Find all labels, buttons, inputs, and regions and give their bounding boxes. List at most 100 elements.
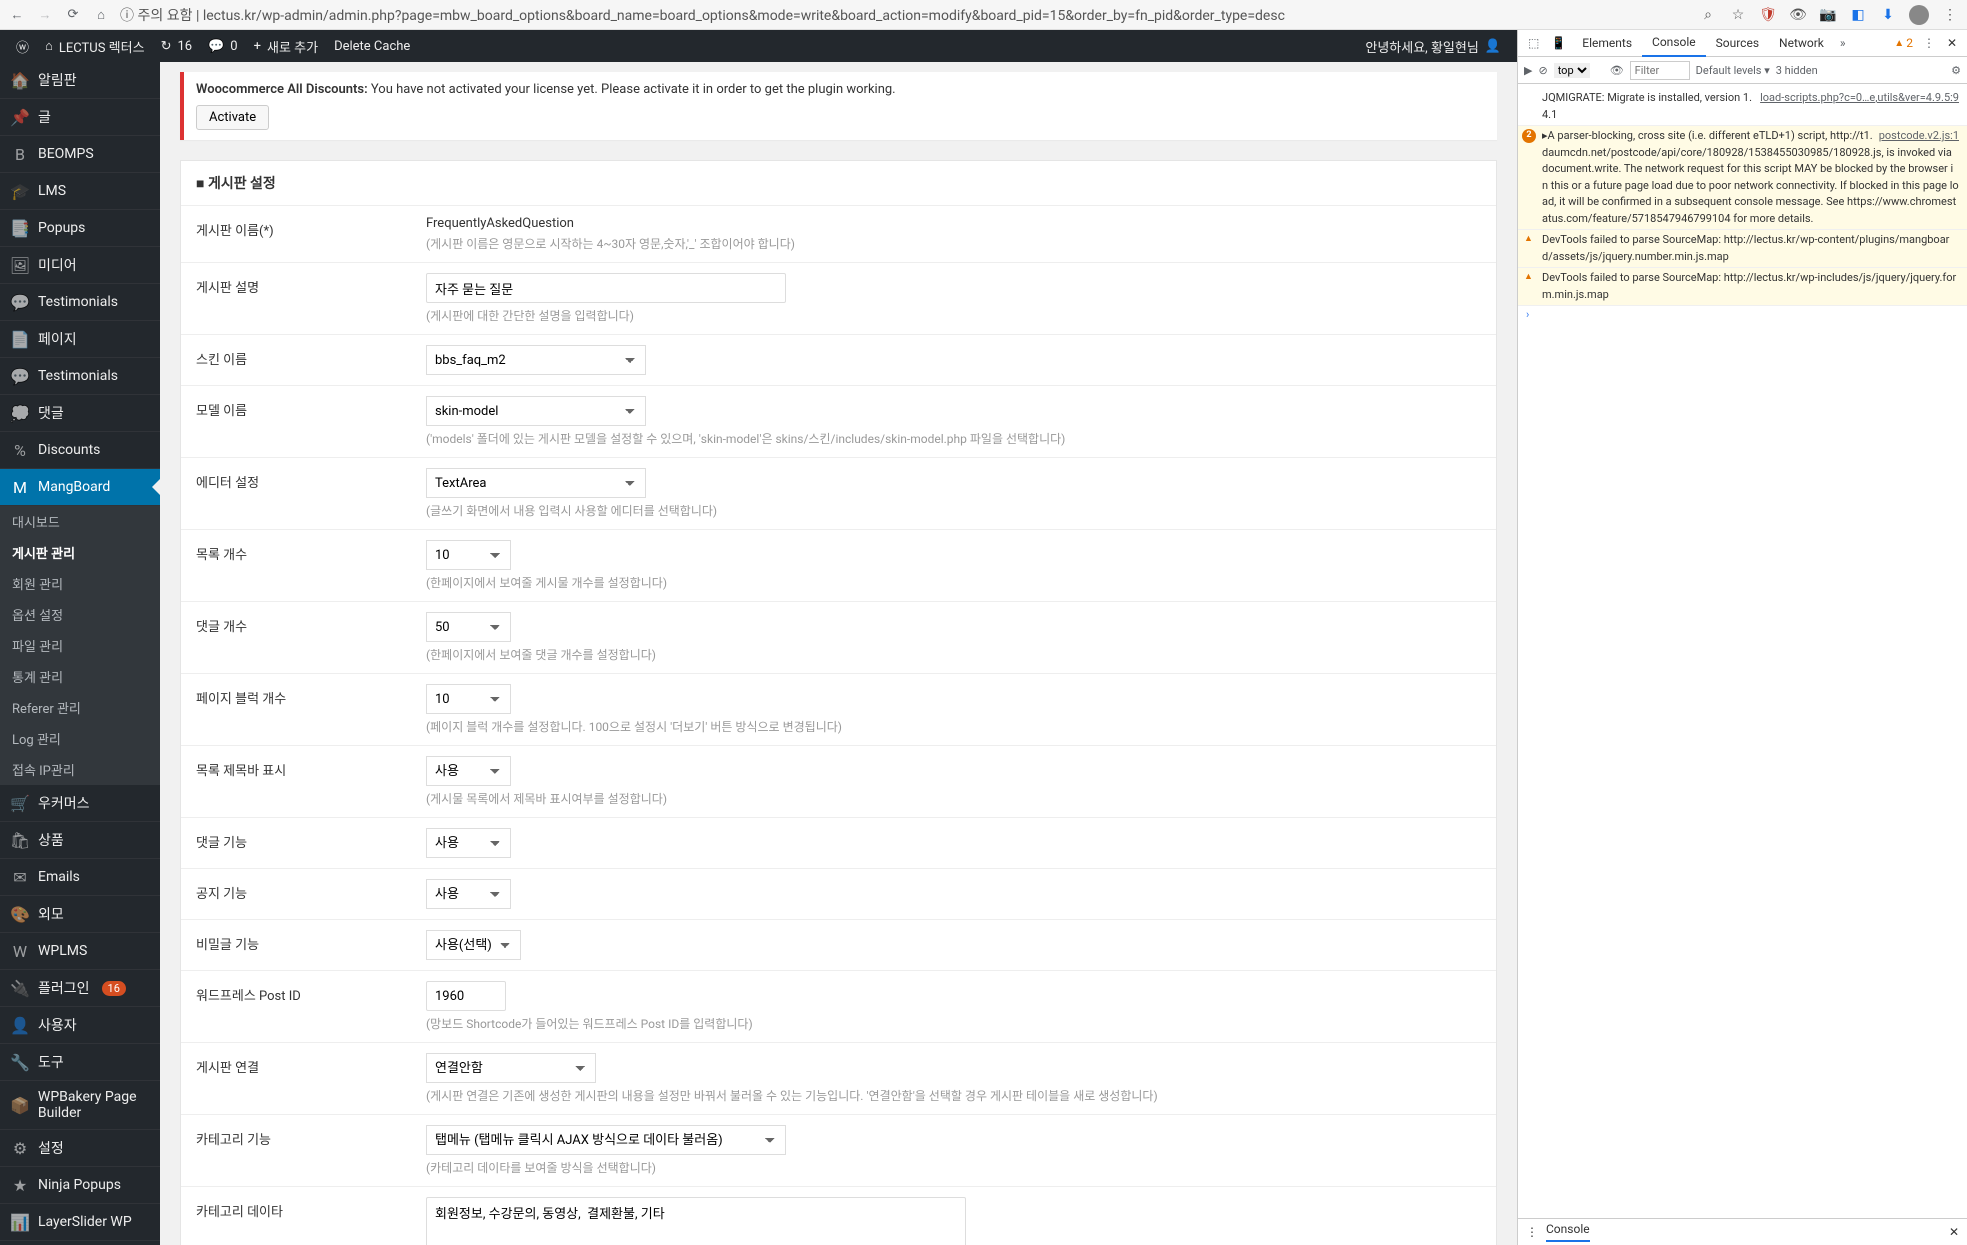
submenu-item-0[interactable]: 대시보드 <box>0 506 160 537</box>
filter-input[interactable] <box>1630 61 1690 80</box>
board-desc-input[interactable] <box>426 273 786 303</box>
tab-sources[interactable]: Sources <box>1706 30 1769 56</box>
skin-select[interactable]: bbs_faq_m2 <box>426 345 646 375</box>
back-button[interactable]: ← <box>8 6 26 24</box>
tab-console[interactable]: Console <box>1642 29 1706 57</box>
sidebar-item-21[interactable]: ⚙설정 <box>0 1130 160 1167</box>
site-name[interactable]: ⌂ LECTUS 렉터스 <box>37 37 153 56</box>
avatar-icon[interactable] <box>1909 5 1929 25</box>
star-icon[interactable]: ☆ <box>1729 6 1747 24</box>
sidebar-item-11[interactable]: MMangBoard <box>0 469 160 506</box>
sidebar-item-15[interactable]: 🎨외모 <box>0 896 160 933</box>
submenu-item-5[interactable]: 통계 관리 <box>0 661 160 692</box>
sidebar-item-13[interactable]: 🛍상품 <box>0 822 160 859</box>
sidebar-item-5[interactable]: 🖼미디어 <box>0 247 160 284</box>
sidebar-item-18[interactable]: 👤사용자 <box>0 1007 160 1044</box>
comments-count[interactable]: 💬 0 <box>200 39 246 54</box>
sidebar-item-2[interactable]: BBEOMPS <box>0 136 160 173</box>
editor-select[interactable]: TextArea <box>426 468 646 498</box>
new-content[interactable]: + 새로 추가 <box>246 37 326 56</box>
menu-icon[interactable]: ⋮ <box>1941 6 1959 24</box>
home-button[interactable]: ⌂ <box>92 6 110 24</box>
context-select[interactable]: top <box>1554 63 1590 78</box>
title-show-select[interactable]: 사용 <box>426 756 511 786</box>
sidebar-item-17[interactable]: 🔌플러그인16 <box>0 970 160 1007</box>
board-link-select[interactable]: 연결안함 <box>426 1053 596 1083</box>
label-board-desc: 게시판 설명 <box>181 263 411 334</box>
log-source[interactable]: postcode.v2.js:1 <box>1879 128 1959 145</box>
tab-network[interactable]: Network <box>1769 30 1834 56</box>
submenu-item-3[interactable]: 옵션 설정 <box>0 599 160 630</box>
model-select[interactable]: skin-model <box>426 396 646 426</box>
key-icon[interactable]: ⌕ <box>1699 6 1717 24</box>
wp-logo[interactable]: ⓦ <box>8 37 37 56</box>
forward-button[interactable]: → <box>36 6 54 24</box>
sidebar-item-4[interactable]: 📑Popups <box>0 210 160 247</box>
submenu-item-8[interactable]: 접속 IP관리 <box>0 754 160 785</box>
drawer-close-icon[interactable]: ✕ <box>1949 1225 1959 1239</box>
levels-select[interactable]: Default levels ▾ <box>1696 64 1770 77</box>
eye-icon[interactable]: 👁 <box>1789 6 1807 24</box>
shield-icon[interactable]: 🛡 <box>1759 6 1777 24</box>
devtools-close-icon[interactable]: ✕ <box>1941 36 1963 50</box>
sidebar-item-24[interactable]: 🔄Slider Revolution <box>0 1241 160 1245</box>
sidebar-item-0[interactable]: 🏠알림판 <box>0 62 160 99</box>
label-secret-func: 비밀글 기능 <box>181 920 411 970</box>
sidebar-item-7[interactable]: 📄페이지 <box>0 321 160 358</box>
delete-cache[interactable]: Delete Cache <box>326 39 418 54</box>
user-greeting[interactable]: 안녕하세요, 황일현님 👤 <box>1357 37 1509 56</box>
ext1-icon[interactable]: ◧ <box>1849 6 1867 24</box>
secret-func-select[interactable]: 사용(선택) <box>426 930 521 960</box>
activate-button[interactable]: Activate <box>196 105 269 130</box>
device-icon[interactable]: 📱 <box>1545 36 1572 50</box>
console-settings-icon[interactable]: ⚙ <box>1951 64 1961 77</box>
address-bar[interactable]: ⓘ 주의 요함 | lectus.kr/wp-admin/admin.php?p… <box>120 5 1689 25</box>
ext2-icon[interactable]: ⬇ <box>1879 6 1897 24</box>
reload-button[interactable]: ⟳ <box>64 6 82 24</box>
sidebar-item-3[interactable]: 🎓LMS <box>0 173 160 210</box>
camera-icon[interactable]: 📷 <box>1819 6 1837 24</box>
sidebar-item-1[interactable]: 📌글 <box>0 99 160 136</box>
submenu-item-7[interactable]: Log 관리 <box>0 723 160 754</box>
log-source[interactable]: load-scripts.php?c=0…e,utils&ver=4.9.5:9 <box>1760 90 1959 107</box>
inspect-icon[interactable]: ⬚ <box>1522 36 1545 50</box>
cat-func-select[interactable]: 탭메뉴 (탭메뉴 클릭시 AJAX 방식으로 데이타 불러옴) <box>426 1125 786 1155</box>
reply-func-select[interactable]: 사용 <box>426 828 511 858</box>
clear-console-icon[interactable]: ⊘ <box>1538 64 1547 77</box>
menu-label: 미디어 <box>38 255 77 275</box>
tab-elements[interactable]: Elements <box>1572 30 1642 56</box>
execution-icon[interactable]: ▶ <box>1524 64 1532 77</box>
sidebar-item-19[interactable]: 🔧도구 <box>0 1044 160 1081</box>
sidebar-item-12[interactable]: 🛒우커머스 <box>0 785 160 822</box>
cat-data-textarea[interactable] <box>426 1197 966 1245</box>
updates-count[interactable]: ↻ 16 <box>153 39 201 54</box>
page-block-select[interactable]: 10 <box>426 684 511 714</box>
notice-func-select[interactable]: 사용 <box>426 879 511 909</box>
drawer-console-tab[interactable]: Console <box>1546 1222 1590 1242</box>
post-id-input[interactable] <box>426 981 506 1011</box>
list-count-select[interactable]: 10 <box>426 540 511 570</box>
console-prompt[interactable]: › <box>1518 306 1967 323</box>
submenu-item-6[interactable]: Referer 관리 <box>0 692 160 723</box>
sidebar-item-16[interactable]: WWPLMS <box>0 933 160 970</box>
sidebar-item-20[interactable]: 📦WPBakery Page Builder <box>0 1081 160 1130</box>
reply-count-select[interactable]: 50 <box>426 612 511 642</box>
sidebar-item-23[interactable]: 📊LayerSlider WP <box>0 1204 160 1241</box>
submenu-item-4[interactable]: 파일 관리 <box>0 630 160 661</box>
sidebar-item-10[interactable]: %Discounts <box>0 432 160 469</box>
more-tabs-icon[interactable]: » <box>1834 36 1852 50</box>
sidebar-item-8[interactable]: 💬Testimonials <box>0 358 160 395</box>
menu-icon: B <box>10 144 30 164</box>
devtools-menu-icon[interactable]: ⋮ <box>1917 36 1941 50</box>
log-line-3: DevTools failed to parse SourceMap: http… <box>1518 268 1967 306</box>
warning-count[interactable]: ▲2 <box>1890 36 1917 50</box>
sidebar-item-22[interactable]: ★Ninja Popups <box>0 1167 160 1204</box>
sidebar-item-9[interactable]: 💭댓글 <box>0 395 160 432</box>
submenu-item-1[interactable]: 게시판 관리 <box>0 537 160 568</box>
drawer-menu-icon[interactable]: ⋮ <box>1526 1225 1538 1239</box>
submenu-item-2[interactable]: 회원 관리 <box>0 568 160 599</box>
sidebar-item-6[interactable]: 💬Testimonials <box>0 284 160 321</box>
sidebar-item-14[interactable]: ✉Emails <box>0 859 160 896</box>
label-cat-data: 카테고리 데이타 <box>181 1187 411 1245</box>
eye-icon[interactable]: 👁 <box>1610 64 1624 77</box>
